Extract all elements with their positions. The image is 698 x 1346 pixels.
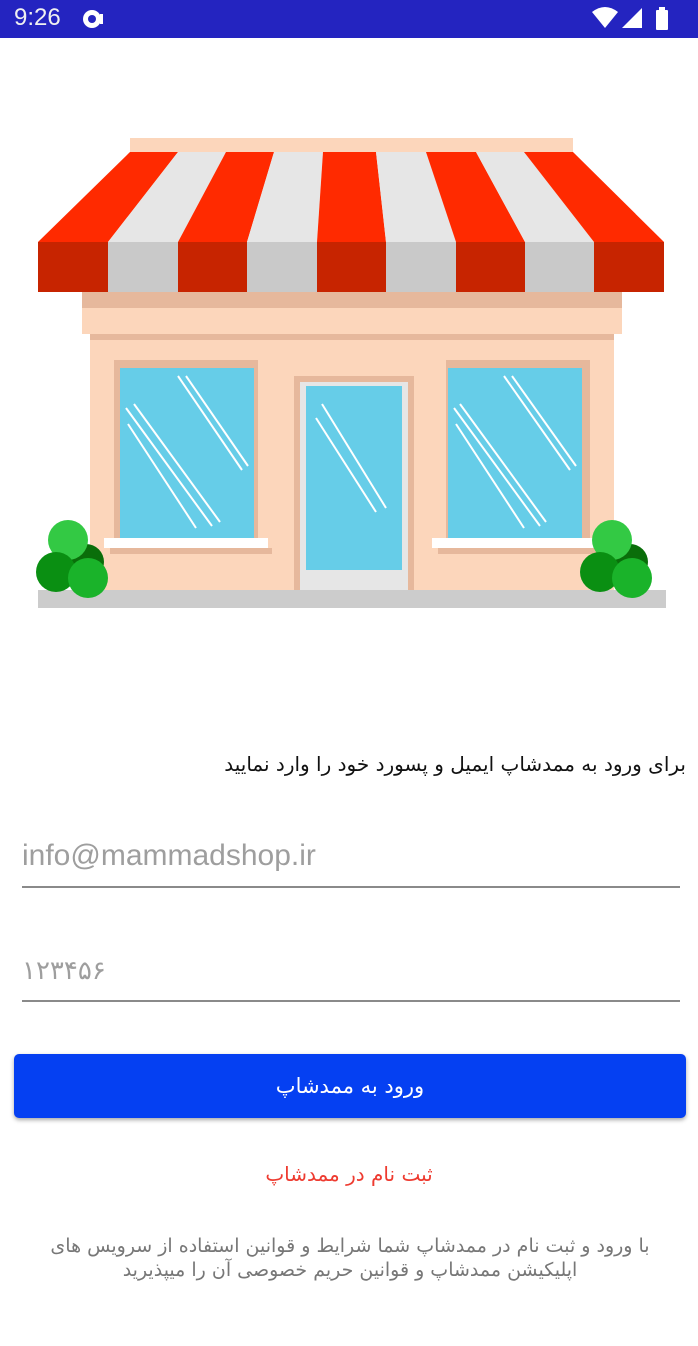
email-field-container [22,830,680,888]
storefront-illustration [36,138,666,608]
login-instruction: برای ورود به ممدشاپ ایمیل و پسورد خود را… [224,752,686,776]
password-input[interactable] [22,946,680,996]
left-window [104,360,272,554]
awning [38,152,664,292]
terms-text: با ورود و ثبت نام در ممدشاپ شما شرایط و … [50,1235,650,1281]
right-window [432,360,600,554]
register-link[interactable]: ثبت نام در ممدشاپ [0,1162,698,1186]
signal-icon [622,8,642,28]
email-input[interactable] [22,830,680,882]
status-icons [592,7,668,30]
status-time: 9:26 [14,4,61,31]
status-bar: 9:26 [0,0,698,38]
wifi-icon [592,7,618,28]
login-button[interactable]: ورود به ممدشاپ [14,1054,686,1118]
password-field-container [22,946,680,1002]
settings-icon [83,10,103,28]
battery-icon [656,7,668,30]
door [294,376,414,592]
